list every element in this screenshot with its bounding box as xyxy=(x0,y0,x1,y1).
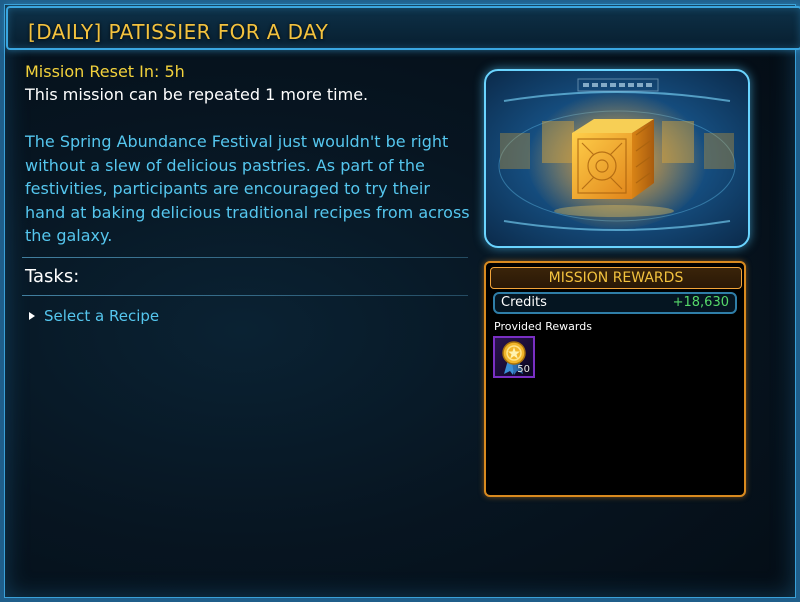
description-divider xyxy=(22,257,468,258)
mission-description: The Spring Abundance Festival just would… xyxy=(25,132,470,245)
reward-item-slot[interactable]: 50 xyxy=(493,336,535,378)
credits-value: +18,630 xyxy=(672,295,729,310)
title-bar[interactable]: [DAILY] PATISSIER FOR A DAY xyxy=(6,6,800,50)
holo-cube-icon xyxy=(498,78,736,231)
mission-holo-image xyxy=(484,69,750,248)
credits-label: Credits xyxy=(501,295,547,310)
mission-title: [DAILY] PATISSIER FOR A DAY xyxy=(28,20,329,44)
task-label: Select a Recipe xyxy=(44,307,160,325)
mission-reset-timer: Mission Reset In: 5h xyxy=(25,62,185,81)
credits-reward-row: Credits +18,630 xyxy=(493,292,737,314)
reward-quantity: 50 xyxy=(517,364,530,375)
mission-rewards-panel: MISSION REWARDS Credits +18,630 Provided… xyxy=(484,261,746,497)
rewards-header: MISSION REWARDS xyxy=(490,267,742,289)
task-arrow-icon xyxy=(29,312,35,320)
tasks-divider xyxy=(22,295,468,296)
provided-rewards-label: Provided Rewards xyxy=(494,320,592,333)
mission-window: [DAILY] PATISSIER FOR A DAY Mission Rese… xyxy=(0,0,800,602)
tasks-heading: Tasks: xyxy=(25,266,80,287)
mission-repeat-info: This mission can be repeated 1 more time… xyxy=(25,85,369,104)
